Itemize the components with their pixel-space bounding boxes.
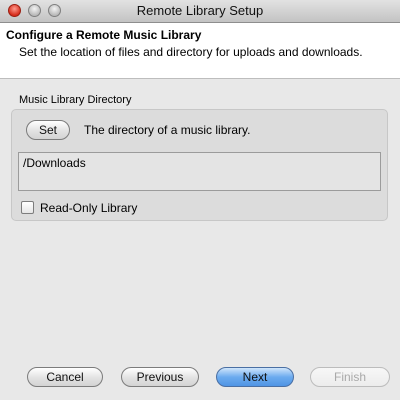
read-only-checkbox[interactable] [21, 201, 34, 214]
previous-button[interactable]: Previous [121, 367, 199, 387]
window-title: Remote Library Setup [136, 3, 264, 18]
directory-path-field[interactable]: /Downloads [18, 152, 381, 191]
title-bar: Remote Library Setup [0, 0, 400, 23]
page-subtitle: Set the location of files and directory … [19, 45, 363, 59]
set-directory-button[interactable]: Set [26, 120, 70, 140]
music-directory-group-label: Music Library Directory [19, 94, 132, 106]
cancel-button[interactable]: Cancel [27, 367, 103, 387]
page-title: Configure a Remote Music Library [6, 28, 202, 42]
next-button[interactable]: Next [216, 367, 294, 387]
read-only-label[interactable]: Read-Only Library [40, 201, 137, 215]
directory-description: The directory of a music library. [84, 123, 251, 137]
finish-button[interactable]: Finish [310, 367, 390, 387]
wizard-header: Configure a Remote Music Library Set the… [0, 23, 400, 79]
remote-library-setup-window: Remote Library Setup Configure a Remote … [0, 0, 400, 400]
directory-path-value: /Downloads [23, 156, 86, 170]
